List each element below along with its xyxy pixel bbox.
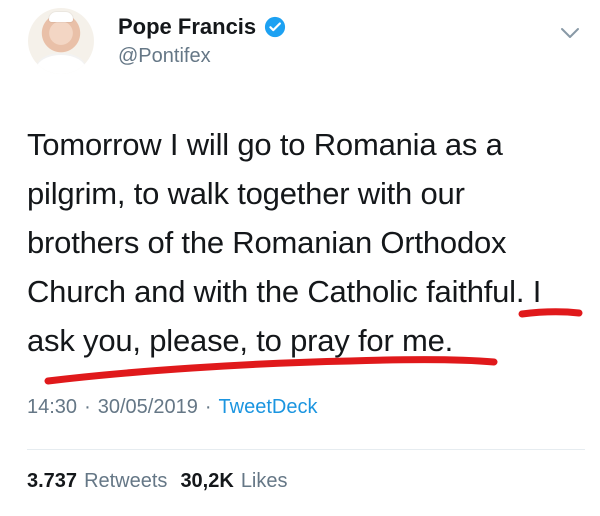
avatar[interactable] [28,8,94,74]
meta-separator: · [204,396,212,418]
tweet-text-line: Church and with the Catholic faithful. I [27,274,542,309]
tweet-card: Pope Francis @Pontifex Tomorrow I will g… [0,0,600,516]
meta-separator: · [84,396,91,418]
tweet-source-link[interactable]: TweetDeck [219,396,318,419]
tweet-meta: 14:30 · 30/05/2019 · TweetDeck [27,396,317,419]
likes-label[interactable]: Likes [241,470,288,493]
author-name-row: Pope Francis [118,14,286,40]
tweet-date[interactable]: 30/05/2019 [98,396,198,419]
likes-count[interactable]: 30,2K [180,470,233,493]
author-handle[interactable]: @Pontifex [118,44,286,68]
tweet-text: Tomorrow I will go to Romania as a pilgr… [27,120,567,365]
retweets-label[interactable]: Retweets [84,470,167,493]
tweet-time[interactable]: 14:30 [27,396,77,419]
divider [27,449,585,450]
white-robe [36,53,86,74]
tweet-text-line: brothers of the Romanian Orthodox [27,225,507,260]
retweets-count[interactable]: 3.737 [27,470,77,493]
author-block: Pope Francis @Pontifex [118,14,286,68]
tweet-text-line: pilgrim, to walk together with our [27,176,465,211]
author-display-name[interactable]: Pope Francis [118,14,256,40]
zucchetto-cap [49,12,73,22]
chevron-down-icon[interactable] [560,26,580,40]
verified-badge-icon [265,16,286,38]
tweet-text-line: ask you, please, to pray for me. [27,323,454,358]
tweet-stats: 3.737 Retweets 30,2K Likes [27,470,294,493]
tweet-text-line: Tomorrow I will go to Romania as a [27,127,503,162]
